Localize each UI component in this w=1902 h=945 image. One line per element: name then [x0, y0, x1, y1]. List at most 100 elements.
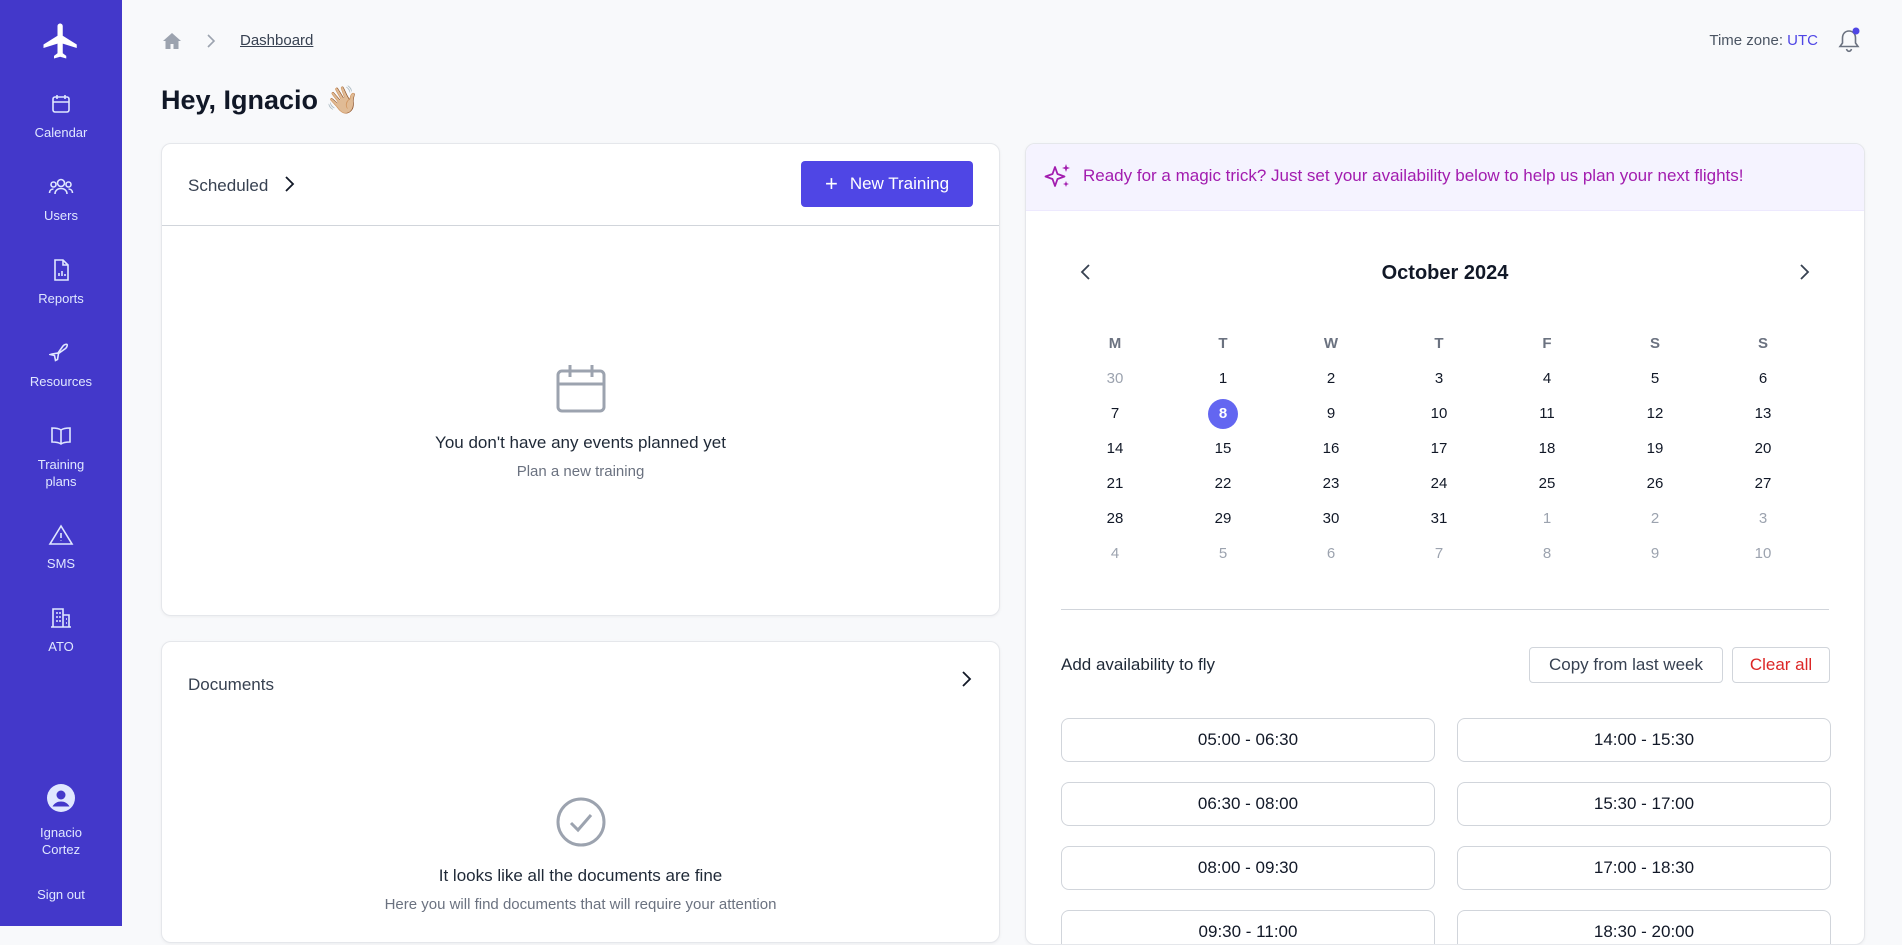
home-icon[interactable]: [161, 31, 183, 51]
calendar-day[interactable]: 26: [1601, 475, 1709, 492]
calendar-day[interactable]: 9: [1277, 405, 1385, 422]
documents-title[interactable]: Documents: [188, 675, 274, 695]
copy-from-last-week-button[interactable]: Copy from last week: [1529, 647, 1723, 683]
calendar-day[interactable]: 1: [1493, 510, 1601, 527]
empty-title: It looks like all the documents are fine: [438, 866, 723, 885]
calendar-day[interactable]: 30: [1277, 510, 1385, 527]
documents-card: Documents It looks like all the document…: [161, 641, 1000, 943]
availability-title: Add availability to fly: [1061, 655, 1216, 674]
calendar-day[interactable]: 10: [1709, 545, 1817, 562]
calendar-day[interactable]: 28: [1061, 510, 1169, 527]
calendar-day[interactable]: 7: [1385, 545, 1493, 562]
calendar-day[interactable]: 2: [1601, 510, 1709, 527]
calendar-day[interactable]: 3: [1385, 370, 1493, 387]
calendar-day[interactable]: 2: [1277, 370, 1385, 387]
calendar-day[interactable]: 31: [1385, 510, 1493, 527]
calendar-day[interactable]: 16: [1277, 440, 1385, 457]
calendar-weekday-row: MTWTFSS: [1061, 326, 1817, 361]
new-training-button[interactable]: + New Training: [801, 161, 973, 207]
availability-slot-button[interactable]: 15:30 - 17:00: [1457, 782, 1831, 826]
calendar-day[interactable]: 29: [1169, 510, 1277, 527]
calendar-day[interactable]: 18: [1493, 440, 1601, 457]
calendar-day[interactable]: 1: [1169, 370, 1277, 387]
scheduled-title[interactable]: Scheduled: [188, 176, 268, 196]
calendar-day[interactable]: 11: [1493, 405, 1601, 422]
calendar-day[interactable]: 14: [1061, 440, 1169, 457]
availability-slot-button[interactable]: 06:30 - 08:00: [1061, 782, 1435, 826]
selected-day-marker[interactable]: 8: [1208, 398, 1238, 429]
calendar-day[interactable]: 9: [1601, 545, 1709, 562]
sidebar-item-resources[interactable]: Resources: [0, 341, 122, 390]
timezone-display[interactable]: Time zone: UTC: [1709, 32, 1818, 49]
availability-slot-button[interactable]: 09:30 - 11:00: [1061, 910, 1435, 944]
calendar-day[interactable]: 7: [1061, 405, 1169, 422]
empty-title: You don't have any events planned yet: [435, 433, 726, 452]
divider: [1061, 609, 1829, 610]
sidebar-item-sms[interactable]: SMS: [0, 523, 122, 572]
calendar-day[interactable]: 5: [1601, 370, 1709, 387]
scheduled-empty-state: You don't have any events planned yet Pl…: [162, 362, 999, 480]
calendar-day[interactable]: 30: [1061, 370, 1169, 387]
airplane-logo-icon[interactable]: [40, 20, 82, 62]
check-circle-icon: [556, 797, 605, 847]
availability-slot-button[interactable]: 17:00 - 18:30: [1457, 846, 1831, 890]
weekday-label: T: [1218, 335, 1228, 352]
chevron-right-icon[interactable]: [959, 668, 973, 690]
next-month-button[interactable]: [1796, 260, 1812, 284]
calendar-week-row: 28 29 30 31 1 2 3: [1061, 501, 1817, 536]
book-icon: [51, 427, 71, 445]
calendar-day-selected[interactable]: 8: [1169, 398, 1277, 429]
sidebar-item-label: Reports: [38, 291, 84, 306]
calendar-icon: [52, 95, 70, 113]
calendar-week-row: 14 15 16 17 18 19 20: [1061, 431, 1817, 466]
weekday-label: S: [1757, 335, 1768, 352]
calendar-day[interactable]: 5: [1169, 545, 1277, 562]
sidebar-item-ato[interactable]: ATO: [0, 606, 122, 655]
calendar-day[interactable]: 6: [1709, 370, 1817, 387]
plus-icon: +: [824, 171, 838, 196]
sparkles-icon: [1044, 164, 1070, 187]
calendar-day[interactable]: 15: [1169, 440, 1277, 457]
weekday-label: T: [1434, 335, 1444, 352]
user-profile[interactable]: Ignacio Cortez: [0, 784, 122, 858]
calendar-day[interactable]: 22: [1169, 475, 1277, 492]
calendar-day[interactable]: 21: [1061, 475, 1169, 492]
clear-all-button[interactable]: Clear all: [1732, 647, 1830, 683]
sidebar-item-users[interactable]: Users: [0, 175, 122, 224]
calendar-week-row: 4 5 6 7 8 9 10: [1061, 536, 1817, 571]
calendar-day[interactable]: 3: [1709, 510, 1817, 527]
calendar-day[interactable]: 6: [1277, 545, 1385, 562]
calendar-day[interactable]: 4: [1061, 545, 1169, 562]
calendar-day[interactable]: 24: [1385, 475, 1493, 492]
calendar-day[interactable]: 27: [1709, 475, 1817, 492]
calendar-day[interactable]: 4: [1493, 370, 1601, 387]
calendar-day[interactable]: 17: [1385, 440, 1493, 457]
availability-slot-button[interactable]: 05:00 - 06:30: [1061, 718, 1435, 762]
sidebar-item-training-plans[interactable]: Training plans: [0, 424, 122, 490]
users-icon: [48, 178, 74, 195]
building-icon: [51, 608, 71, 628]
timezone-label: Time zone:: [1709, 32, 1783, 49]
calendar-day[interactable]: 23: [1277, 475, 1385, 492]
calendar-day[interactable]: 20: [1709, 440, 1817, 457]
report-icon: [54, 259, 69, 281]
scheduled-card-header: Scheduled + New Training: [162, 144, 999, 226]
sidebar-item-calendar[interactable]: Calendar: [0, 92, 122, 141]
breadcrumb-dashboard[interactable]: Dashboard: [240, 32, 313, 49]
weekday-label: W: [1323, 335, 1339, 352]
sign-out-link[interactable]: Sign out: [0, 887, 122, 902]
calendar-day[interactable]: 19: [1601, 440, 1709, 457]
calendar-day[interactable]: 10: [1385, 405, 1493, 422]
sidebar-item-label: Calendar: [34, 125, 88, 140]
availability-slot-button[interactable]: 18:30 - 20:00: [1457, 910, 1831, 944]
timezone-value[interactable]: UTC: [1787, 32, 1818, 49]
calendar-day[interactable]: 13: [1709, 405, 1817, 422]
availability-slot-button[interactable]: 08:00 - 09:30: [1061, 846, 1435, 890]
calendar-day[interactable]: 25: [1493, 475, 1601, 492]
calendar-day[interactable]: 12: [1601, 405, 1709, 422]
sidebar-item-reports[interactable]: Reports: [0, 258, 122, 307]
notification-bell-icon[interactable]: [1836, 27, 1862, 55]
availability-slot-button[interactable]: 14:00 - 15:30: [1457, 718, 1831, 762]
chevron-right-icon[interactable]: [282, 173, 296, 195]
calendar-day[interactable]: 8: [1493, 545, 1601, 562]
